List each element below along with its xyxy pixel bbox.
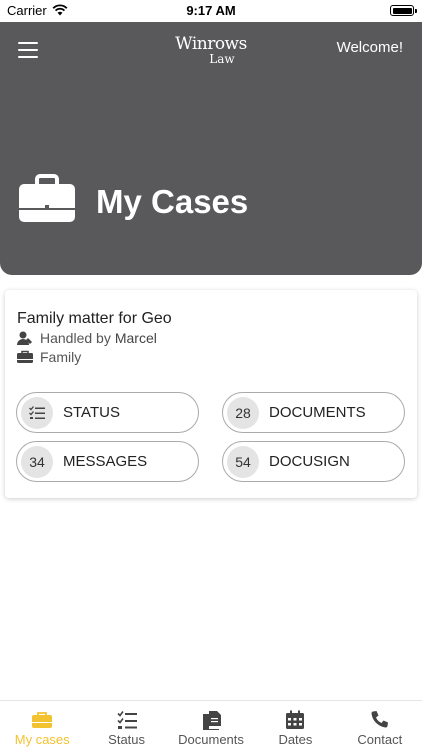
status-label: STATUS xyxy=(63,404,120,421)
tab-documents[interactable]: Documents xyxy=(169,701,253,750)
category-row: Family xyxy=(17,349,81,365)
messages-label: MESSAGES xyxy=(63,453,148,470)
briefcase-small-icon xyxy=(17,350,33,363)
status-badge xyxy=(21,396,53,429)
header: Winrows Law Welcome! My Cases xyxy=(0,22,422,275)
handled-prefix: Handled by xyxy=(40,330,111,346)
tab-my-cases[interactable]: My cases xyxy=(0,701,84,750)
messages-button[interactable]: 34 MESSAGES xyxy=(16,441,199,482)
handler-name: Marcel xyxy=(114,330,157,346)
tab-dates[interactable]: Dates xyxy=(253,701,337,750)
briefcase-icon xyxy=(19,174,75,222)
tab-contact[interactable]: Contact xyxy=(338,701,422,750)
calendar-icon xyxy=(286,710,305,729)
documents-count-badge: 28 xyxy=(227,396,259,429)
docusign-label: DOCUSIGN xyxy=(269,453,350,470)
documents-button[interactable]: 28 DOCUMENTS xyxy=(222,392,405,433)
battery-icon xyxy=(390,5,417,16)
documents-label: DOCUMENTS xyxy=(269,404,366,421)
status-button[interactable]: STATUS xyxy=(16,392,199,433)
checklist-icon xyxy=(29,405,45,419)
tab-label: Dates xyxy=(278,732,313,747)
case-category: Family xyxy=(40,349,82,365)
documents-icon xyxy=(203,711,222,730)
checklist-icon xyxy=(117,711,137,729)
tab-label: Status xyxy=(108,732,146,747)
case-title: Family matter for Geo xyxy=(17,310,172,327)
tab-label: Documents xyxy=(178,732,244,747)
page-title: My Cases xyxy=(96,183,249,220)
status-time: 9:17 AM xyxy=(186,3,236,18)
tab-label: Contact xyxy=(357,732,403,747)
briefcase-icon xyxy=(32,712,53,728)
phone-icon xyxy=(371,711,388,728)
case-card[interactable]: Family matter for Geo Handled by Marcel … xyxy=(5,290,417,498)
status-bar: Carrier 9:17 AM xyxy=(0,0,422,22)
tab-bar: My cases Status Documents Dates Contact xyxy=(0,700,422,750)
lawyer-icon xyxy=(17,331,32,345)
docusign-count-badge: 54 xyxy=(227,445,259,478)
handled-by-row: Handled by Marcel xyxy=(17,330,157,346)
messages-count-badge: 34 xyxy=(21,445,53,478)
tab-status[interactable]: Status xyxy=(84,701,168,750)
docusign-button[interactable]: 54 DOCUSIGN xyxy=(222,441,405,482)
tab-label: My cases xyxy=(14,732,70,747)
welcome-text: Welcome! xyxy=(336,39,403,56)
